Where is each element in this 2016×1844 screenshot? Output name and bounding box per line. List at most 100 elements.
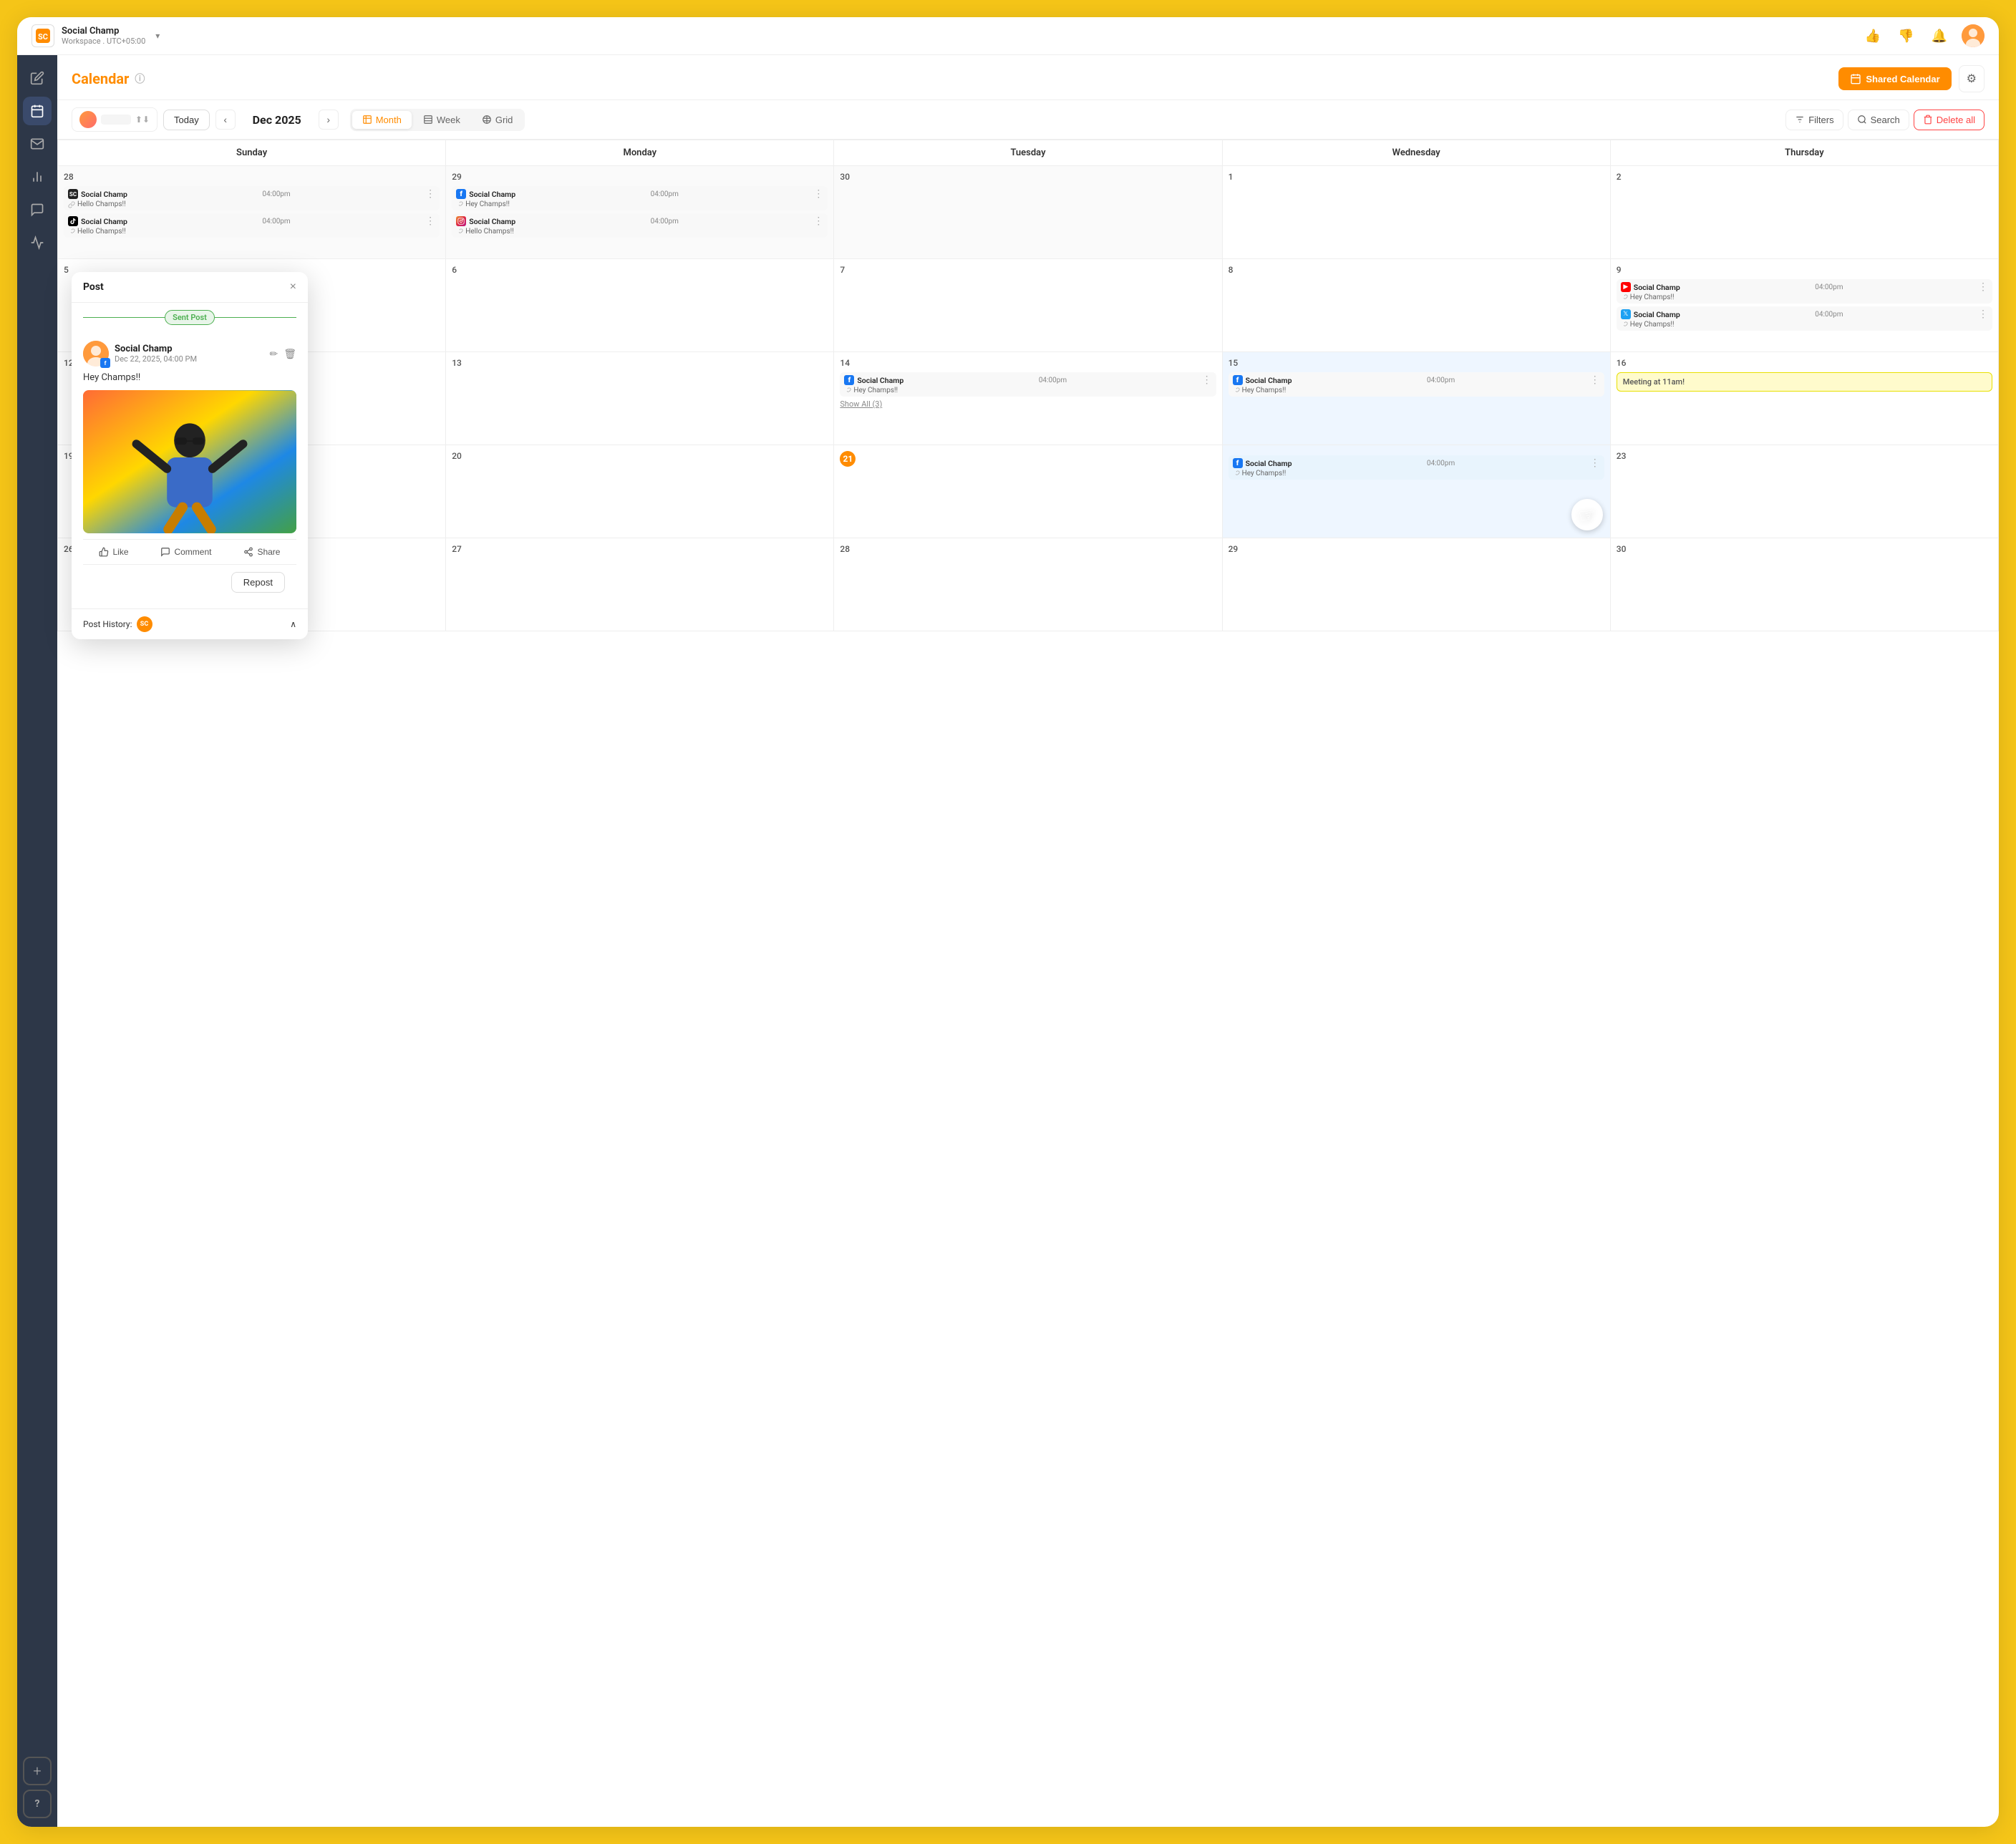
cal-cell-29: 29 <box>1223 538 1611 631</box>
calendar-title-text: Calendar <box>72 70 129 87</box>
post-history-bar[interactable]: Post History: SC ∧ <box>72 608 308 639</box>
cal-cell-22: f Social Champ 04:00pm ⋮ Hey Champs!! <box>1223 445 1611 538</box>
fb-platform-icon: f <box>844 375 854 385</box>
sidebar-item-help[interactable]: ? <box>23 1790 52 1818</box>
thumbs-down-icon[interactable]: 👎 <box>1895 26 1916 47</box>
event-more-button[interactable]: ⋮ <box>1978 281 1988 293</box>
event-item[interactable]: ▶ Social Champ 04:00pm ⋮ Hey Champs!! <box>1617 279 1992 304</box>
tab-week[interactable]: Week <box>413 111 470 129</box>
event-name-row: ▶ Social Champ <box>1621 282 1680 292</box>
delete-all-button[interactable]: Delete all <box>1914 110 1984 130</box>
link-icon <box>68 228 75 236</box>
content-area: Calendar ⓘ Shared Calendar ⚙ <box>57 55 1999 1827</box>
meeting-event[interactable]: Meeting at 11am! <box>1617 372 1992 392</box>
share-button[interactable]: Share <box>243 547 280 557</box>
repost-button[interactable]: Repost <box>231 572 285 593</box>
event-more-button[interactable]: ⋮ <box>1590 457 1600 469</box>
comment-button[interactable]: Comment <box>160 547 211 557</box>
calendar-header: Calendar ⓘ Shared Calendar ⚙ <box>57 55 1999 100</box>
sidebar-item-calendar[interactable] <box>23 97 52 125</box>
cal-cell-20: 20 <box>446 445 834 538</box>
event-header: f Social Champ 04:00pm ⋮ <box>844 374 1211 386</box>
filters-button[interactable]: Filters <box>1785 110 1843 130</box>
fb-platform-icon: f <box>456 189 466 199</box>
sidebar-item-inbox[interactable] <box>23 130 52 158</box>
sidebar-item-add[interactable]: + <box>23 1757 52 1785</box>
fb-platform-icon: f <box>1233 458 1243 468</box>
show-all-link[interactable]: Show All (3) <box>840 399 1216 409</box>
event-header: Social Champ 04:00pm ⋮ <box>456 215 823 227</box>
event-name-row: SC Social Champ <box>68 189 127 199</box>
tab-month[interactable]: Month <box>352 111 412 129</box>
sidebar-item-social-inbox[interactable] <box>23 195 52 224</box>
next-month-button[interactable]: › <box>319 110 339 130</box>
cal-cell-21: 21 <box>834 445 1222 538</box>
search-button[interactable]: Search <box>1848 110 1909 130</box>
repost-area: Repost <box>83 565 296 600</box>
top-bar-actions: 👍 👎 🔔 <box>1862 24 1984 47</box>
edit-post-button[interactable]: ✏ <box>269 348 278 360</box>
workspace-selector[interactable]: SC Social Champ Workspace . UTC+05:00 ▾ <box>32 24 160 47</box>
event-more-button[interactable]: ⋮ <box>425 215 435 227</box>
cal-cell-8: 8 <box>1223 259 1611 352</box>
cal-cell-15-today: 15 f Social Champ 04:00pm ⋮ <box>1223 352 1611 445</box>
notification-bell-icon[interactable]: 🔔 <box>1929 26 1950 47</box>
event-item[interactable]: f Social Champ 04:00pm ⋮ Hey Champs!! <box>1228 455 1604 480</box>
sidebar-item-reports[interactable] <box>23 228 52 257</box>
user-filter-avatar <box>79 111 97 128</box>
cal-cell-23: 23 <box>1611 445 1999 538</box>
event-more-button[interactable]: ⋮ <box>813 188 823 200</box>
cal-cell-27: 27 <box>446 538 834 631</box>
event-item[interactable]: Social Champ 04:00pm ⋮ Hello Champs!! <box>452 213 828 238</box>
user-filter-dropdown[interactable]: ⬆⬇ <box>72 107 158 132</box>
modal-close-button[interactable]: × <box>290 281 296 293</box>
link-icon <box>1621 294 1628 301</box>
event-more-button[interactable]: ⋮ <box>425 188 435 200</box>
calendar-grid-wrapper: Sunday Monday Tuesday Wednesday Thursday… <box>57 140 1999 1827</box>
today-button[interactable]: Today <box>163 110 210 130</box>
event-item[interactable]: f Social Champ 04:00pm ⋮ Hey Champs!! <box>840 372 1216 397</box>
link-icon <box>1233 387 1240 394</box>
event-more-button[interactable]: ⋮ <box>1978 309 1988 320</box>
sent-post-badge: Sent Post <box>165 310 215 325</box>
settings-button[interactable]: ⚙ <box>1959 65 1984 92</box>
day-num: 8 <box>1228 265 1604 275</box>
instagram-platform-icon <box>456 216 466 226</box>
event-item[interactable]: Social Champ 04:00pm ⋮ Hello Champs!! <box>64 213 440 238</box>
event-more-button[interactable]: ⋮ <box>813 215 823 227</box>
event-header: ▶ Social Champ 04:00pm ⋮ <box>1621 281 1988 293</box>
like-button[interactable]: Like <box>99 547 128 557</box>
day-num: 15 <box>1228 358 1604 368</box>
user-avatar[interactable] <box>1962 24 1984 47</box>
event-item[interactable]: f Social Champ 04:00pm ⋮ Hey Champs!! <box>452 186 828 210</box>
delete-post-button[interactable]: 🗑 <box>284 348 296 360</box>
event-desc-row: Hey Champs!! <box>456 200 823 208</box>
workspace-chevron-icon: ▾ <box>155 31 160 41</box>
app-container: SC Social Champ Workspace . UTC+05:00 ▾ … <box>17 17 1999 1827</box>
sidebar-item-analytics[interactable] <box>23 162 52 191</box>
cursor-hand-icon: ☞ <box>1569 497 1605 533</box>
post-avatar: f <box>83 341 109 367</box>
info-icon[interactable]: ⓘ <box>135 72 145 86</box>
event-more-button[interactable]: ⋮ <box>1202 374 1212 386</box>
event-item[interactable]: SC Social Champ 04:00pm ⋮ Hello Champs!! <box>64 186 440 210</box>
col-header-wednesday: Wednesday <box>1223 140 1611 166</box>
post-author-row: f Social Champ Dec 22, 2025, 04:00 PM ✏ <box>83 341 296 367</box>
event-desc-row: Hey Champs!! <box>1233 387 1600 394</box>
day-num: 9 <box>1617 265 1992 275</box>
tab-grid[interactable]: Grid <box>472 111 523 129</box>
event-item[interactable]: f Social Champ 04:00pm ⋮ Hey Champs!! <box>1228 372 1604 397</box>
event-more-button[interactable]: ⋮ <box>1590 374 1600 386</box>
youtube-platform-icon: ▶ <box>1621 282 1631 292</box>
shared-calendar-button[interactable]: Shared Calendar <box>1838 67 1951 90</box>
prev-month-button[interactable]: ‹ <box>215 110 236 130</box>
workspace-tz: Workspace . UTC+05:00 <box>62 37 145 46</box>
sidebar-item-compose[interactable] <box>23 64 52 92</box>
header-right: Shared Calendar ⚙ <box>1838 65 1984 92</box>
thumbs-up-icon[interactable]: 👍 <box>1862 26 1884 47</box>
col-header-sunday: Sunday <box>58 140 446 166</box>
fb-badge-icon: f <box>100 358 110 368</box>
event-item[interactable]: 𝕏 Social Champ 04:00pm ⋮ Hey Champs!! <box>1617 306 1992 331</box>
today-circle-21: 21 <box>840 451 856 467</box>
cal-cell-28-nov: 28 SC Social Champ 04:00pm ⋮ <box>58 166 446 259</box>
